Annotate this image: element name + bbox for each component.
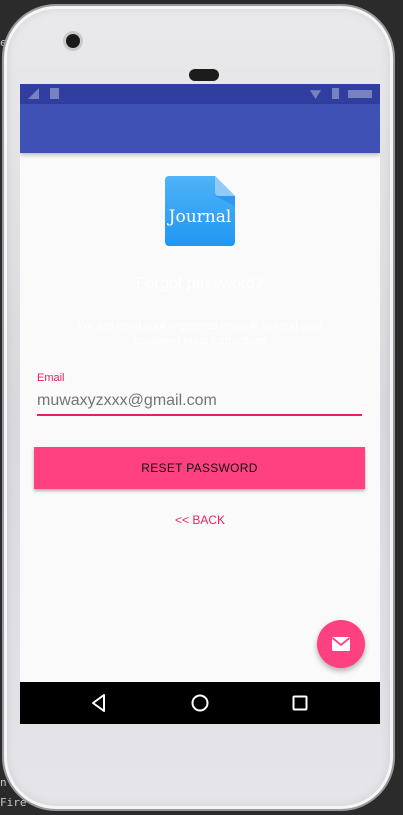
app-screen: Journal Forgot password? We just need yo… <box>20 84 380 724</box>
status-bar <box>20 84 380 104</box>
reset-password-button[interactable]: RESET PASSWORD <box>34 447 365 489</box>
recents-square-icon <box>292 695 308 711</box>
app-toolbar <box>20 104 380 153</box>
signal-icon <box>28 88 39 99</box>
wifi-icon <box>310 90 321 99</box>
battery-icon <box>332 88 339 99</box>
page-description: We just need your registered email id to… <box>77 320 323 347</box>
front-camera <box>66 34 80 48</box>
earpiece-speaker <box>189 69 219 81</box>
mail-icon <box>331 637 351 651</box>
home-circle-icon <box>191 694 209 712</box>
email-field[interactable] <box>37 390 362 416</box>
nav-recents-button[interactable] <box>288 691 312 715</box>
nav-back-button[interactable] <box>87 691 111 715</box>
journal-document-icon: Journal <box>165 176 235 246</box>
clock-icon <box>348 90 372 98</box>
back-triangle-icon <box>92 694 105 712</box>
back-link[interactable]: << BACK <box>20 513 380 527</box>
email-label: Email <box>37 372 65 384</box>
mail-fab-button[interactable] <box>317 620 365 668</box>
notification-icon <box>50 88 59 99</box>
nav-home-button[interactable] <box>188 691 212 715</box>
logo-text: Journal <box>168 207 232 227</box>
system-nav-bar <box>20 682 380 724</box>
page-title: Forgot password? <box>135 275 265 292</box>
